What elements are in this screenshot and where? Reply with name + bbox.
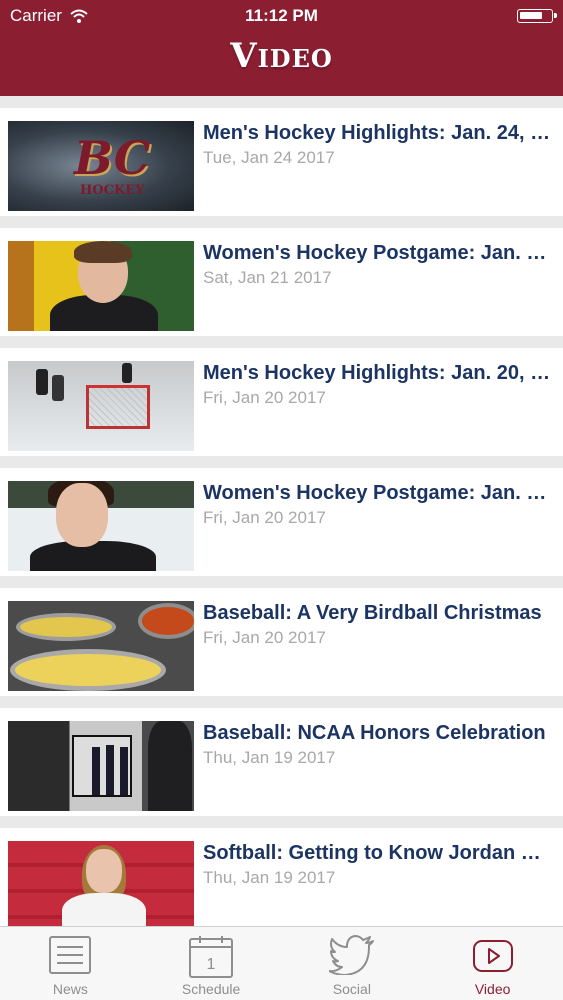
- video-date: Fri, Jan 20 2017: [203, 388, 326, 407]
- video-title[interactable]: Baseball: NCAA Honors Celebration: [203, 722, 555, 745]
- battery-icon: [517, 9, 557, 23]
- video-title[interactable]: Softball: Getting to Know Jordan W...: [203, 842, 555, 865]
- video-title[interactable]: Women's Hockey Postgame: Jan. 20, 2017: [203, 482, 555, 505]
- tab-schedule-label: Schedule: [181, 981, 241, 997]
- tab-video-label: Video: [474, 981, 511, 997]
- video-thumbnail[interactable]: BC HOCKEY: [8, 121, 194, 211]
- thumbnail-figure: [92, 747, 100, 795]
- video-row[interactable]: BC HOCKEY Men's Hockey Highlights: Jan. …: [0, 108, 563, 216]
- video-row[interactable]: Women's Hockey Postgame: Jan. 21, 2017 S…: [0, 228, 563, 336]
- play-video-icon: [472, 940, 513, 972]
- video-row[interactable]: Baseball: NCAA Honors Celebration Thu, J…: [0, 708, 563, 816]
- twitter-bird-icon: [328, 935, 374, 975]
- tab-schedule[interactable]: 1 Schedule: [141, 927, 282, 1000]
- video-date: Thu, Jan 19 2017: [203, 748, 336, 767]
- video-row[interactable]: Softball: Getting to Know Jordan W... Th…: [0, 828, 563, 926]
- video-thumbnail[interactable]: [8, 601, 194, 691]
- thumbnail-figure: [56, 483, 108, 547]
- tab-video[interactable]: Video: [422, 927, 563, 1000]
- thumbnail-figure: [62, 893, 146, 926]
- thumbnail-figure: [148, 721, 192, 811]
- video-thumbnail[interactable]: [8, 841, 194, 926]
- video-row[interactable]: Women's Hockey Postgame: Jan. 20, 2017 F…: [0, 468, 563, 576]
- thumbnail-figure: [16, 613, 116, 641]
- video-thumbnail[interactable]: [8, 721, 194, 811]
- calendar-icon: 1: [189, 936, 234, 978]
- thumbnail-figure: [86, 849, 122, 893]
- tab-bar: News 1 Schedule Social Video: [0, 926, 563, 1000]
- video-date: Tue, Jan 24 2017: [203, 148, 335, 167]
- thumbnail-figure: [120, 747, 128, 795]
- video-title[interactable]: Men's Hockey Highlights: Jan. 24, 2017: [203, 122, 555, 145]
- thumbnail-figure: [138, 603, 194, 639]
- tab-news-label: News: [52, 981, 88, 997]
- app-header: Carrier 11:12 PM Video: [0, 0, 563, 96]
- video-thumbnail[interactable]: [8, 241, 194, 331]
- video-title[interactable]: Men's Hockey Highlights: Jan. 20, 2017: [203, 362, 555, 385]
- news-icon: [49, 936, 92, 974]
- thumbnail-figure: [86, 385, 150, 429]
- video-list[interactable]: BC HOCKEY Men's Hockey Highlights: Jan. …: [0, 96, 563, 926]
- video-thumbnail[interactable]: [8, 481, 194, 571]
- video-date: Fri, Jan 20 2017: [203, 628, 326, 647]
- video-row[interactable]: Men's Hockey Highlights: Jan. 20, 2017 F…: [0, 348, 563, 456]
- video-thumbnail[interactable]: [8, 361, 194, 451]
- thumbnail-figure: [52, 375, 64, 401]
- thumbnail-figure: [74, 241, 132, 263]
- video-row[interactable]: Baseball: A Very Birdball Christmas Fri,…: [0, 588, 563, 696]
- bc-logo-monogram: BC: [74, 131, 151, 185]
- thumbnail-figure: [122, 363, 132, 383]
- thumbnail-figure: [30, 541, 156, 571]
- bc-logo-wordmark: HOCKEY: [80, 183, 145, 198]
- thumbnail-figure: [10, 649, 166, 691]
- thumbnail-figure: [36, 369, 48, 395]
- video-date: Thu, Jan 19 2017: [203, 868, 336, 887]
- video-title[interactable]: Baseball: A Very Birdball Christmas: [203, 602, 555, 625]
- video-title[interactable]: Women's Hockey Postgame: Jan. 21, 2017: [203, 242, 555, 265]
- calendar-day: 1: [207, 956, 216, 973]
- status-bar: Carrier 11:12 PM: [0, 0, 563, 32]
- tab-social[interactable]: Social: [282, 927, 423, 1000]
- page-title: Video: [230, 36, 333, 76]
- video-date: Sat, Jan 21 2017: [203, 268, 332, 287]
- tab-news[interactable]: News: [0, 927, 141, 1000]
- tab-social-label: Social: [332, 981, 371, 997]
- status-clock: 11:12 PM: [245, 6, 318, 25]
- thumbnail-figure: [106, 745, 114, 795]
- video-date: Fri, Jan 20 2017: [203, 508, 326, 527]
